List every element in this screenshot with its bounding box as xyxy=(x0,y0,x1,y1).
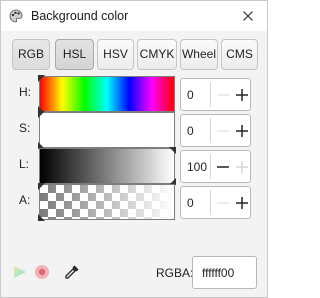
alpha-spinbutton[interactable]: 0 xyxy=(180,186,251,219)
window-title: Background color xyxy=(31,9,129,23)
alpha-gradient xyxy=(39,184,175,220)
lightness-spinbutton[interactable]: 100 xyxy=(180,150,251,183)
background-color-dialog: Background color RGB HSL HSV CMYK Wheel … xyxy=(0,0,268,298)
hue-spinbutton[interactable]: 0 xyxy=(180,78,251,111)
lightness-gradient xyxy=(39,148,175,184)
tab-cms[interactable]: CMS xyxy=(221,39,258,70)
title-bar[interactable]: Background color xyxy=(1,1,267,31)
slider-marker-top xyxy=(38,111,45,118)
paint-palette-icon xyxy=(9,9,23,23)
tab-hsl[interactable]: HSL xyxy=(55,39,94,70)
saturation-slider[interactable] xyxy=(38,111,175,149)
hue-label: H: xyxy=(19,85,31,99)
rgba-label: RGBA: xyxy=(156,266,194,280)
slider-marker-top xyxy=(38,75,45,82)
saturation-gradient xyxy=(39,112,175,148)
lightness-label: L: xyxy=(19,157,30,171)
slider-marker-top xyxy=(38,183,45,190)
spin-separator xyxy=(210,82,211,107)
hue-slider[interactable] xyxy=(38,75,175,113)
rgba-input[interactable] xyxy=(192,256,257,289)
saturation-spinbutton[interactable]: 0 xyxy=(180,114,251,147)
alpha-slider[interactable] xyxy=(38,183,175,221)
tab-cmyk[interactable]: CMYK xyxy=(137,39,177,70)
spin-separator xyxy=(210,118,211,143)
alpha-label: A: xyxy=(19,193,31,207)
slider-marker-top xyxy=(169,147,176,154)
plus-icon[interactable] xyxy=(233,158,251,176)
color-mode-tabs: RGB HSL HSV CMYK Wheel CMS xyxy=(12,39,258,70)
minus-icon[interactable] xyxy=(214,122,232,140)
hue-value: 0 xyxy=(187,88,194,102)
tab-wheel[interactable]: Wheel xyxy=(180,39,218,70)
plus-icon[interactable] xyxy=(233,122,251,140)
spin-separator xyxy=(210,154,211,179)
alpha-value: 0 xyxy=(187,196,194,210)
spin-separator xyxy=(210,190,211,215)
saturation-value: 0 xyxy=(187,124,194,138)
plus-icon[interactable] xyxy=(233,86,251,104)
plus-icon[interactable] xyxy=(233,194,251,212)
close-icon[interactable] xyxy=(239,7,257,25)
minus-icon[interactable] xyxy=(214,86,232,104)
eyedropper-icon[interactable] xyxy=(64,264,80,281)
tab-hsv[interactable]: HSV xyxy=(97,39,134,70)
minus-icon[interactable] xyxy=(214,158,232,176)
tab-rgb[interactable]: RGB xyxy=(12,39,50,70)
lightness-value: 100 xyxy=(187,160,208,174)
hue-gradient xyxy=(39,76,175,112)
slider-marker-bottom xyxy=(38,214,45,221)
out-of-gamut-icon xyxy=(14,266,26,278)
minus-icon[interactable] xyxy=(214,194,232,212)
too-much-ink-icon xyxy=(35,265,49,279)
saturation-label: S: xyxy=(19,121,31,135)
lightness-slider[interactable] xyxy=(39,147,176,185)
